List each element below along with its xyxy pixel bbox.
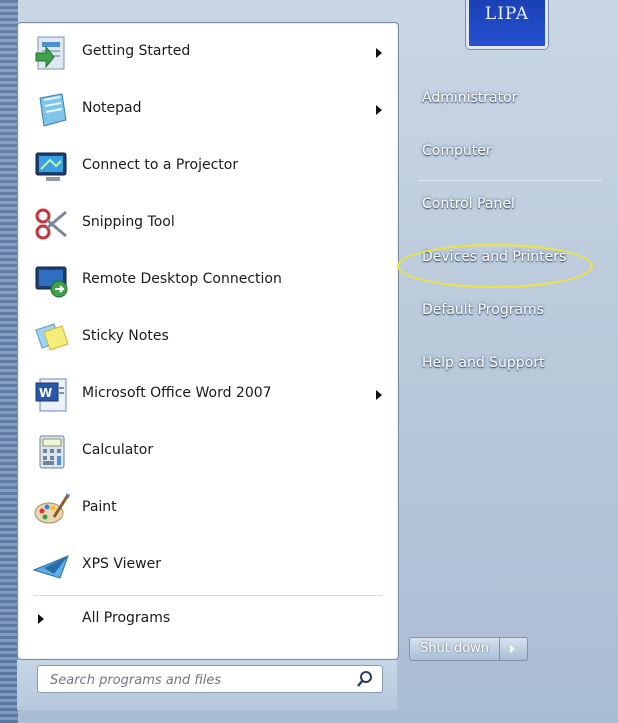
search-area [17, 660, 397, 710]
program-label: Notepad [82, 100, 142, 116]
sticky-notes-icon [35, 323, 69, 351]
right-item-label: Help and Support [422, 355, 545, 371]
search-box[interactable] [37, 665, 383, 693]
submenu-arrow-icon[interactable] [376, 105, 382, 115]
program-xps-viewer[interactable]: XPS Viewer [18, 538, 398, 595]
right-item-default-programs[interactable]: Default Programs [418, 300, 608, 353]
programs-list: Getting Started Notepad Connect to a Pro… [18, 25, 398, 595]
program-calculator[interactable]: Calculator [18, 424, 398, 481]
program-label: Microsoft Office Word 2007 [82, 385, 272, 401]
programs-pane: Getting Started Notepad Connect to a Pro… [17, 22, 399, 660]
getting-started-icon [35, 36, 65, 70]
program-label: Connect to a Projector [82, 157, 239, 173]
right-item-label: Administrator [422, 90, 518, 106]
expand-arrow-icon [38, 614, 44, 624]
search-icon[interactable] [356, 670, 374, 688]
right-item-help-and-support[interactable]: Help and Support [418, 353, 608, 406]
word-icon: W [35, 378, 67, 412]
highlight-ellipse [397, 244, 593, 288]
program-notepad[interactable]: Notepad [18, 82, 398, 139]
program-label: XPS Viewer [82, 556, 161, 572]
right-item-label: Computer [422, 143, 492, 159]
program-label: Snipping Tool [82, 214, 175, 230]
remote-desktop-icon [35, 266, 68, 298]
submenu-arrow-icon[interactable] [376, 48, 382, 58]
submenu-arrow-icon[interactable] [376, 390, 382, 400]
desktop-edge [0, 0, 18, 723]
program-connect-to-projector[interactable]: Connect to a Projector [18, 139, 398, 196]
right-pane-separator [418, 180, 602, 181]
user-picture[interactable]: LIPA [466, 0, 548, 49]
paint-icon [34, 493, 70, 524]
scissors-icon [35, 208, 67, 240]
program-snipping-tool[interactable]: Snipping Tool [18, 196, 398, 253]
right-item-computer[interactable]: Computer [418, 141, 608, 194]
program-sticky-notes[interactable]: Sticky Notes [18, 310, 398, 367]
right-item-administrator[interactable]: Administrator [418, 88, 608, 141]
shutdown-group: Shut down [409, 637, 529, 661]
search-input[interactable] [48, 669, 342, 691]
right-item-label: Default Programs [422, 302, 544, 318]
program-label: Calculator [82, 442, 154, 458]
program-label: Sticky Notes [82, 328, 169, 344]
projector-icon [35, 152, 67, 181]
right-item-label: Control Panel [422, 196, 515, 212]
xps-viewer-icon [32, 555, 69, 579]
menu-separator [34, 595, 382, 596]
program-word-2007[interactable]: W Microsoft Office Word 2007 [18, 367, 398, 424]
notepad-icon [39, 93, 67, 127]
program-remote-desktop[interactable]: Remote Desktop Connection [18, 253, 398, 310]
shutdown-options-button[interactable] [500, 637, 529, 661]
start-menu: Getting Started Notepad Connect to a Pro… [0, 0, 618, 723]
right-item-control-panel[interactable]: Control Panel [418, 194, 608, 247]
chevron-right-icon [510, 645, 516, 653]
svg-text:W: W [39, 386, 52, 400]
user-picture-text: LIPA [484, 4, 530, 24]
shutdown-button[interactable]: Shut down [409, 637, 501, 661]
calculator-icon [39, 435, 65, 469]
program-getting-started[interactable]: Getting Started [18, 25, 398, 82]
program-label: Remote Desktop Connection [82, 271, 282, 287]
program-label: Getting Started [82, 43, 191, 59]
all-programs-label: All Programs [82, 610, 171, 626]
program-paint[interactable]: Paint [18, 481, 398, 538]
all-programs-button[interactable]: All Programs [32, 607, 332, 631]
program-label: Paint [82, 499, 117, 515]
